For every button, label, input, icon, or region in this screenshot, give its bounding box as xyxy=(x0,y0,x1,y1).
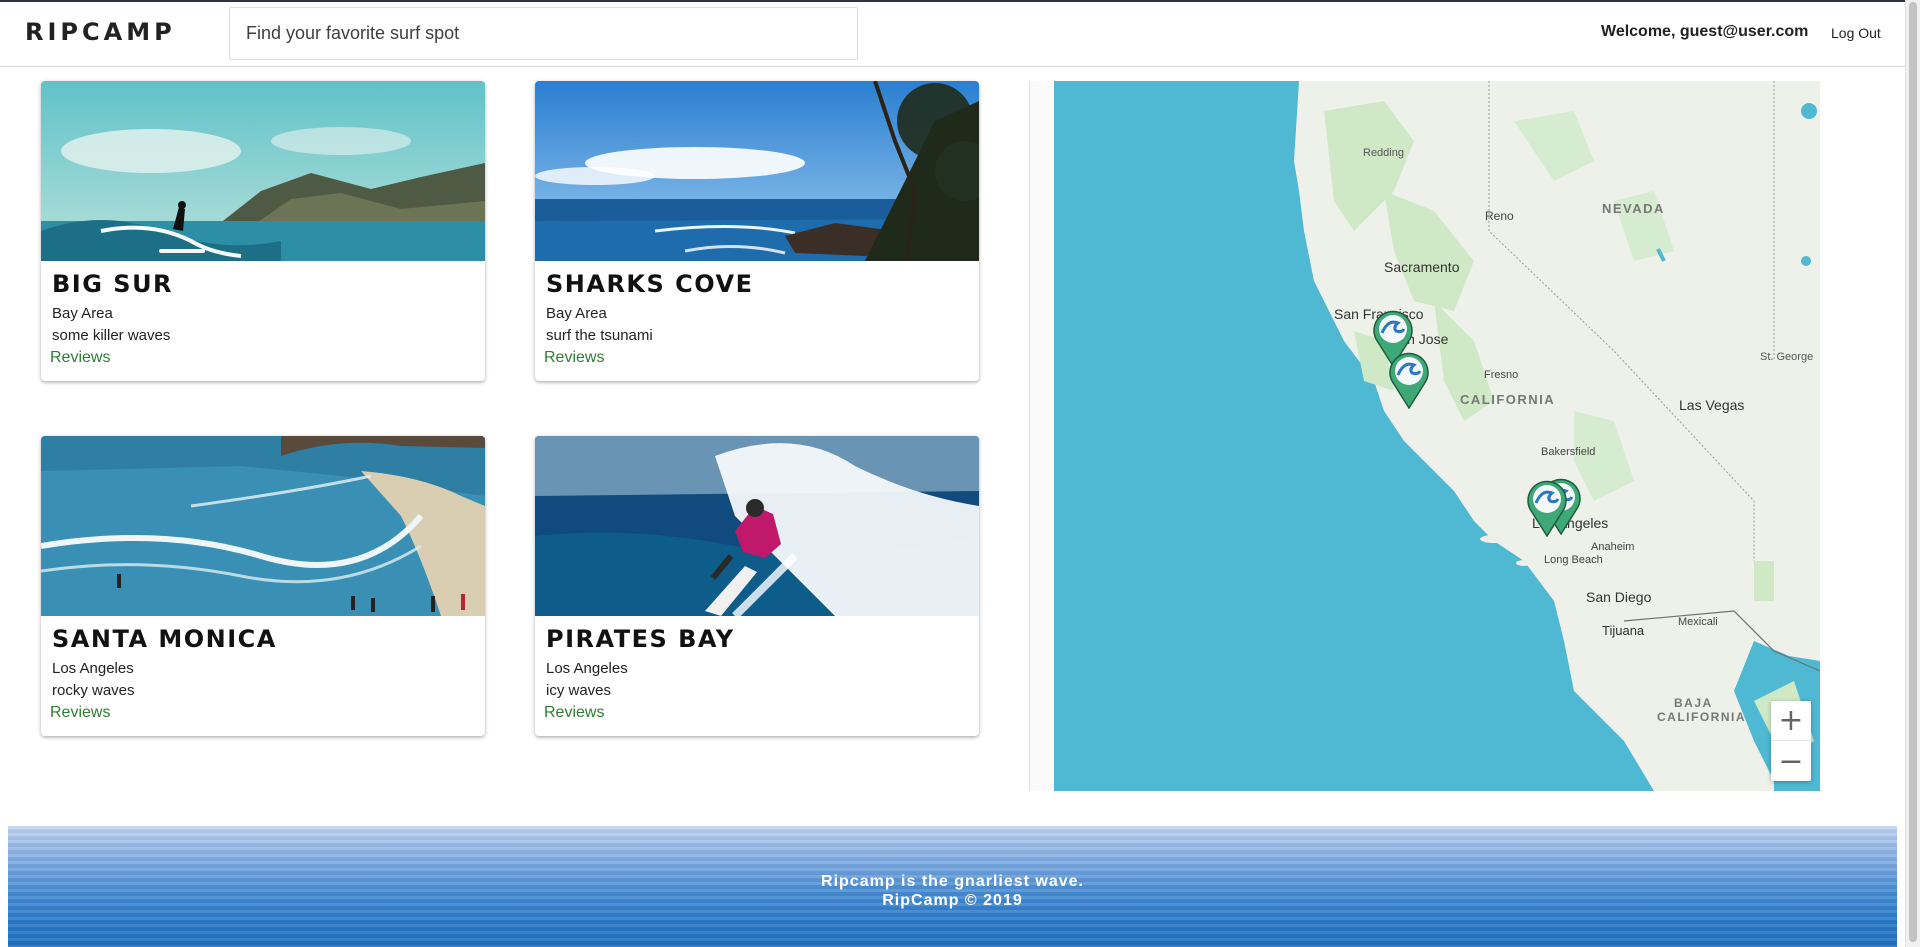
map-label-reno: Reno xyxy=(1485,209,1514,223)
spot-description: icy waves xyxy=(546,682,612,699)
map-label-sacramento: Sacramento xyxy=(1384,259,1460,275)
map-label-baja: BAJA xyxy=(1674,696,1713,710)
surf-spot-map[interactable]: Redding Reno NEVADA Sacramento San Franc… xyxy=(1054,81,1820,791)
map-label-nevada: NEVADA xyxy=(1602,201,1665,216)
spot-region: Los Angeles xyxy=(546,660,628,677)
map-label-mexicali: Mexicali xyxy=(1678,616,1718,628)
spot-card-santa-monica[interactable]: SANTA MONICA Los Angeles rocky waves Rev… xyxy=(41,436,485,736)
reviews-link[interactable]: Reviews xyxy=(50,704,110,722)
ripcamp-logo[interactable]: RIPCAMP xyxy=(25,18,176,46)
footer-tagline: Ripcamp is the gnarliest wave. xyxy=(821,873,1084,890)
spot-photo-sharks-cove xyxy=(535,81,979,261)
map-label-las-vegas: Las Vegas xyxy=(1679,397,1745,413)
spot-card-sharks-cove[interactable]: SHARKS COVE Bay Area surf the tsunami Re… xyxy=(535,81,979,381)
map-label-california: CALIFORNIA xyxy=(1460,392,1556,407)
page-scrollbar[interactable] xyxy=(1905,0,1920,947)
spot-region: Los Angeles xyxy=(52,660,134,677)
map-gutter xyxy=(1029,81,1054,791)
map-label-st-george: St. George xyxy=(1760,351,1814,363)
map-zoom-control: + − xyxy=(1771,701,1811,781)
map-canvas[interactable] xyxy=(1054,81,1820,791)
wave-marker-icon[interactable] xyxy=(1388,351,1430,409)
scrollbar-thumb[interactable] xyxy=(1909,2,1917,942)
map-label-bakersfield: Bakersfield xyxy=(1541,446,1596,458)
zoom-in-button[interactable]: + xyxy=(1771,701,1811,741)
wave-marker-icon[interactable] xyxy=(1526,479,1568,537)
spot-photo-pirates-bay xyxy=(535,436,979,616)
reviews-link[interactable]: Reviews xyxy=(544,349,604,367)
spot-card-big-sur[interactable]: BIG SUR Bay Area some killer waves Revie… xyxy=(41,81,485,381)
map-label-redding: Redding xyxy=(1363,147,1404,159)
map-label-san-diego: San Diego xyxy=(1586,589,1652,605)
spot-photo-santa-monica xyxy=(41,436,485,616)
zoom-out-button[interactable]: − xyxy=(1771,741,1811,781)
spot-photo-big-sur xyxy=(41,81,485,261)
map-label-long-beach: Long Beach xyxy=(1544,554,1603,566)
spot-title: BIG SUR xyxy=(52,270,174,298)
spot-title: SHARKS COVE xyxy=(546,270,754,298)
spot-region: Bay Area xyxy=(546,305,607,322)
spot-card-pirates-bay[interactable]: PIRATES BAY Los Angeles icy waves Review… xyxy=(535,436,979,736)
spot-title: SANTA MONICA xyxy=(52,625,277,653)
top-border xyxy=(0,0,1905,2)
spot-region: Bay Area xyxy=(52,305,113,322)
map-label-anaheim: Anaheim xyxy=(1591,541,1635,553)
top-header: RIPCAMP Welcome, guest@user.com Log Out xyxy=(0,0,1905,67)
spot-title: PIRATES BAY xyxy=(546,625,735,653)
welcome-message: Welcome, guest@user.com xyxy=(1601,23,1809,40)
logout-button[interactable]: Log Out xyxy=(1831,25,1881,41)
reviews-link[interactable]: Reviews xyxy=(544,704,604,722)
footer: Ripcamp is the gnarliest wave. RipCamp ©… xyxy=(8,826,1897,947)
spot-description: some killer waves xyxy=(52,327,171,344)
footer-copyright: RipCamp © 2019 xyxy=(882,892,1023,909)
search-input[interactable] xyxy=(229,7,858,60)
spot-description: rocky waves xyxy=(52,682,135,699)
map-label-tijuana: Tijuana xyxy=(1602,623,1645,638)
map-label-fresno: Fresno xyxy=(1484,369,1519,381)
map-label-baja-california: CALIFORNIA xyxy=(1657,710,1746,724)
reviews-link[interactable]: Reviews xyxy=(50,349,110,367)
spot-description: surf the tsunami xyxy=(546,327,653,344)
